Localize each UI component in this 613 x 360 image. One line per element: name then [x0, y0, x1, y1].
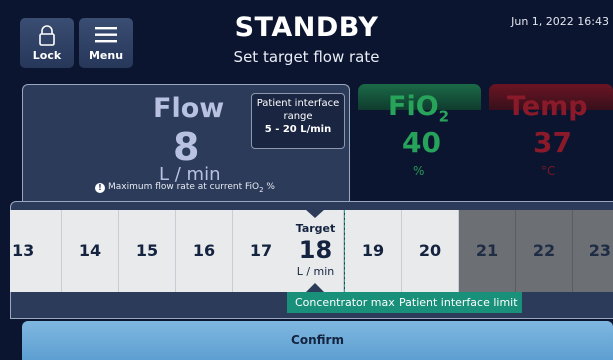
- fio2-unit: %: [413, 164, 425, 178]
- temp-title: Temp: [507, 91, 588, 122]
- fio2-panel[interactable]: FiO2 40 %: [358, 84, 481, 202]
- fio2-title: FiO2: [388, 91, 449, 125]
- temp-panel[interactable]: Temp 37 °C: [489, 84, 613, 202]
- warning-icon: !: [95, 183, 105, 193]
- fio2-value: 40: [402, 126, 441, 159]
- temp-unit: °C: [541, 164, 556, 178]
- flow-panel[interactable]: Flow 8 L / min ! Maximum flow rate at cur…: [22, 84, 350, 209]
- range-line-2: range: [283, 111, 313, 122]
- range-value: 5 - 20 L/min: [264, 124, 332, 135]
- flow-value: 8: [173, 125, 200, 169]
- concentrator-max-label: Concentrator max: [287, 292, 397, 313]
- confirm-button[interactable]: Confirm: [22, 321, 613, 360]
- flow-option-17[interactable]: 17: [233, 210, 290, 292]
- max-flow-note-text: Maximum flow rate at current FiO: [108, 182, 260, 192]
- instruction-text: Set target flow rate: [233, 48, 380, 66]
- patient-interface-range-box: Patient interface range 5 - 20 L/min: [251, 93, 345, 149]
- max-flow-note: ! Maximum flow rate at current FiO2 %: [95, 182, 275, 194]
- flow-option-19[interactable]: 19: [345, 210, 402, 292]
- flow-title: Flow: [153, 93, 225, 124]
- fio2-title-sub: 2: [438, 107, 450, 126]
- flow-option-14[interactable]: 14: [62, 210, 119, 292]
- patient-interface-limit-label: Patient interface limit: [397, 292, 522, 313]
- concentrator-max-marker-line: [287, 210, 345, 292]
- flow-option-22[interactable]: 22: [516, 210, 573, 292]
- date-time: Jun 1, 2022 16:43: [511, 15, 609, 28]
- flow-option-15[interactable]: 15: [119, 210, 176, 292]
- range-line-1: Patient interface: [256, 98, 340, 109]
- flow-option-21[interactable]: 21: [459, 210, 516, 292]
- temp-value: 37: [533, 126, 572, 159]
- triangle-marker-icon: [305, 209, 325, 218]
- flow-option-16[interactable]: 16: [176, 210, 233, 292]
- flow-option-23[interactable]: 23: [573, 210, 613, 292]
- max-flow-note-suffix: %: [263, 182, 275, 192]
- fio2-title-text: FiO: [388, 91, 439, 122]
- flow-option-13[interactable]: 13: [10, 210, 62, 292]
- flow-option-20[interactable]: 20: [402, 210, 459, 292]
